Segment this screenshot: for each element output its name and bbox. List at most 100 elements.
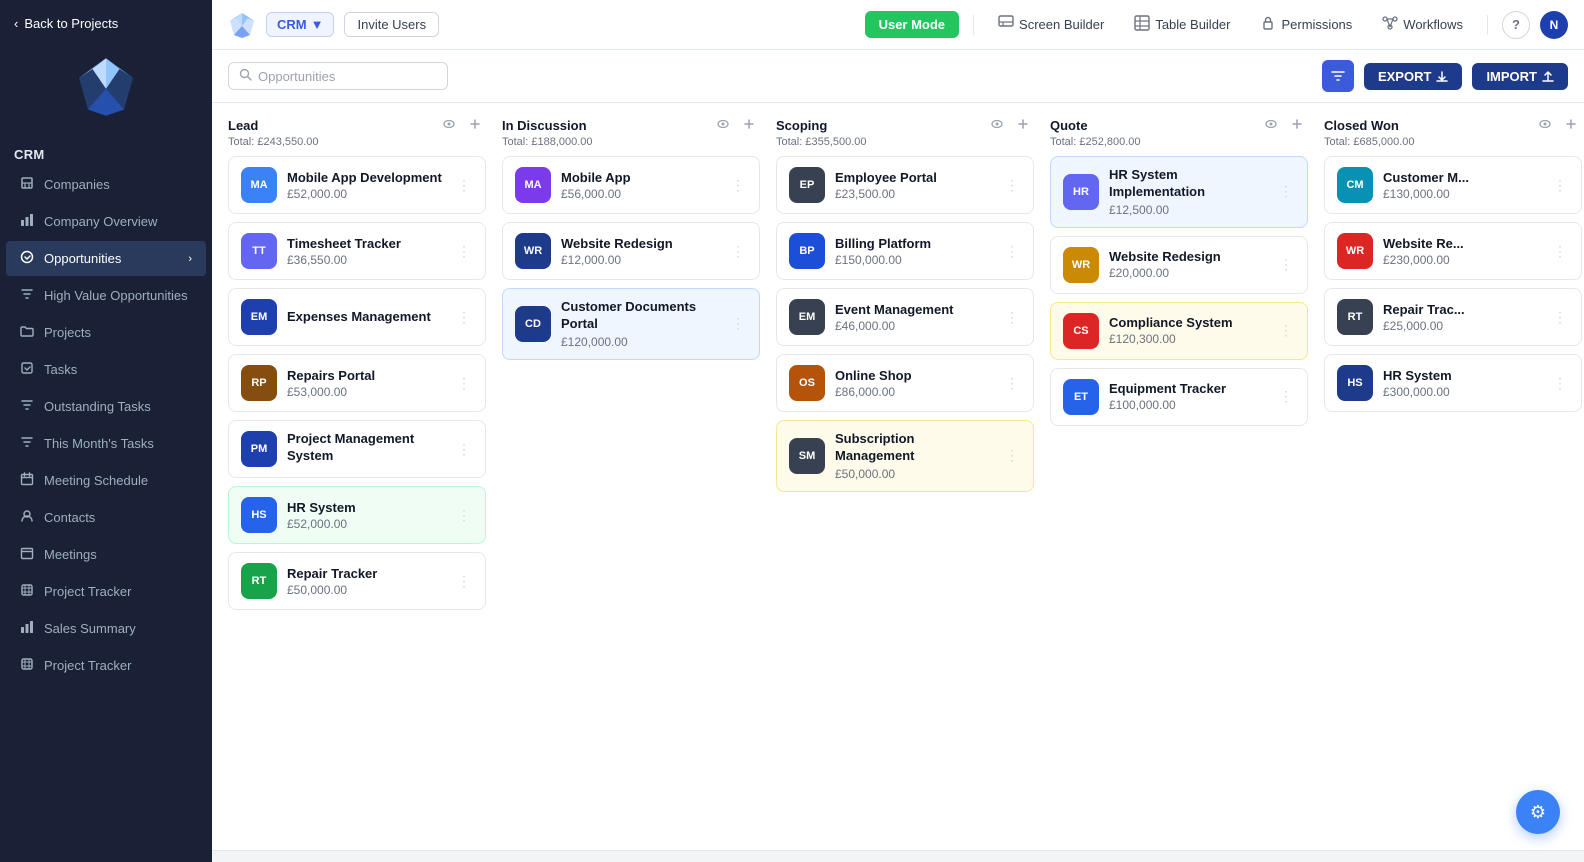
kanban-card[interactable]: WRWebsite Redesign£20,000.00⋮ [1050,236,1308,294]
user-avatar[interactable]: N [1540,11,1568,39]
kanban-card[interactable]: CMCustomer M...£130,000.00⋮ [1324,156,1582,214]
sidebar-item-companies[interactable]: Companies [6,167,206,202]
card-menu-button[interactable]: ⋮ [729,241,747,262]
sidebar-item-company-overview[interactable]: Company Overview [6,204,206,239]
column-add-lead[interactable] [464,115,486,136]
kanban-card[interactable]: MAMobile App£56,000.00⋮ [502,156,760,214]
sidebar-item-meetings[interactable]: Meetings [6,537,206,572]
kanban-card[interactable]: WRWebsite Redesign£12,000.00⋮ [502,222,760,280]
sidebar-item-project-tracker2[interactable]: Project Tracker [6,648,206,683]
card-name: Online Shop [835,368,993,383]
card-info: Compliance System£120,300.00 [1109,315,1267,346]
card-menu-button[interactable]: ⋮ [455,307,473,328]
table-builder-button[interactable]: Table Builder [1124,10,1240,39]
kanban-card[interactable]: BPBilling Platform£150,000.00⋮ [776,222,1034,280]
export-button[interactable]: EXPORT [1364,63,1462,90]
kanban-card[interactable]: WRWebsite Re...£230,000.00⋮ [1324,222,1582,280]
card-menu-button[interactable]: ⋮ [1551,241,1569,262]
kanban-card[interactable]: CSCompliance System£120,300.00⋮ [1050,302,1308,360]
kanban-card[interactable]: EPEmployee Portal£23,500.00⋮ [776,156,1034,214]
sidebar-item-opportunities[interactable]: Opportunities › [6,241,206,276]
sidebar-item-high-value[interactable]: High Value Opportunities [6,278,206,313]
outstanding-filter-icon [20,398,34,415]
help-button[interactable]: ? [1502,11,1530,39]
column-add-in-discussion[interactable] [738,115,760,136]
card-avatar: MA [241,167,277,203]
card-menu-button[interactable]: ⋮ [1277,181,1295,202]
card-menu-button[interactable]: ⋮ [1277,320,1295,341]
kanban-card[interactable]: SMSubscription Management£50,000.00⋮ [776,420,1034,492]
sidebar-item-sales-summary[interactable]: Sales Summary [6,611,206,646]
card-menu-button[interactable]: ⋮ [455,373,473,394]
card-avatar: CD [515,306,551,342]
card-menu-button[interactable]: ⋮ [1003,373,1021,394]
kanban-card[interactable]: ETEquipment Tracker£100,000.00⋮ [1050,368,1308,426]
card-menu-button[interactable]: ⋮ [1003,307,1021,328]
crm-dropdown[interactable]: CRM ▼ [266,12,334,37]
column-header-lead: LeadTotal: £243,550.00 [228,115,486,148]
import-button[interactable]: IMPORT [1472,63,1568,90]
sidebar-item-this-month-tasks[interactable]: This Month's Tasks [6,426,206,461]
kanban-card[interactable]: TTTimesheet Tracker£36,550.00⋮ [228,222,486,280]
search-input[interactable]: Opportunities [228,62,448,90]
card-menu-button[interactable]: ⋮ [455,175,473,196]
card-menu-button[interactable]: ⋮ [1551,175,1569,196]
card-menu-button[interactable]: ⋮ [455,571,473,592]
kanban-card[interactable]: RPRepairs Portal£53,000.00⋮ [228,354,486,412]
settings-fab[interactable]: ⚙ [1516,790,1560,834]
card-value: £130,000.00 [1383,187,1541,201]
card-menu-button[interactable]: ⋮ [1551,307,1569,328]
card-menu-button[interactable]: ⋮ [455,505,473,526]
card-value: £52,000.00 [287,187,445,201]
card-menu-button[interactable]: ⋮ [729,175,747,196]
horizontal-scrollbar[interactable] [212,850,1584,862]
back-to-projects[interactable]: ‹ Back to Projects [0,0,212,41]
card-menu-button[interactable]: ⋮ [455,439,473,460]
kanban-card[interactable]: CDCustomer Documents Portal£120,000.00⋮ [502,288,760,360]
column-add-scoping[interactable] [1012,115,1034,136]
column-eye-closed-won[interactable] [1534,115,1556,136]
kanban-card[interactable]: MAMobile App Development£52,000.00⋮ [228,156,486,214]
card-info: Website Redesign£12,000.00 [561,236,719,267]
column-eye-scoping[interactable] [986,115,1008,136]
kanban-card[interactable]: PMProject Management System⋮ [228,420,486,478]
card-name: Customer M... [1383,170,1541,185]
kanban-card[interactable]: EMEvent Management£46,000.00⋮ [776,288,1034,346]
kanban-card[interactable]: OSOnline Shop£86,000.00⋮ [776,354,1034,412]
kanban-card[interactable]: RTRepair Tracker£50,000.00⋮ [228,552,486,610]
column-eye-in-discussion[interactable] [712,115,734,136]
card-avatar: ET [1063,379,1099,415]
card-menu-button[interactable]: ⋮ [1003,175,1021,196]
sidebar-item-contacts[interactable]: Contacts [6,500,206,535]
card-menu-button[interactable]: ⋮ [455,241,473,262]
card-menu-button[interactable]: ⋮ [1277,386,1295,407]
card-menu-button[interactable]: ⋮ [1003,445,1021,466]
kanban-card[interactable]: RTRepair Trac...£25,000.00⋮ [1324,288,1582,346]
kanban-card[interactable]: HRHR System Implementation£12,500.00⋮ [1050,156,1308,228]
kanban-card[interactable]: HSHR System£300,000.00⋮ [1324,354,1582,412]
kanban-card[interactable]: HSHR System£52,000.00⋮ [228,486,486,544]
kanban-card[interactable]: EMExpenses Management⋮ [228,288,486,346]
card-value: £150,000.00 [835,253,993,267]
column-add-closed-won[interactable] [1560,115,1582,136]
sidebar-item-tasks[interactable]: Tasks [6,352,206,387]
column-eye-lead[interactable] [438,115,460,136]
sidebar-item-outstanding-tasks[interactable]: Outstanding Tasks [6,389,206,424]
permissions-button[interactable]: Permissions [1250,10,1362,39]
workflows-button[interactable]: Workflows [1372,10,1473,39]
card-menu-button[interactable]: ⋮ [729,313,747,334]
card-menu-button[interactable]: ⋮ [1277,254,1295,275]
column-eye-quote[interactable] [1260,115,1282,136]
card-value: £53,000.00 [287,385,445,399]
card-menu-button[interactable]: ⋮ [1551,373,1569,394]
sidebar-item-projects[interactable]: Projects [6,315,206,350]
kanban-column-lead: LeadTotal: £243,550.00MAMobile App Devel… [228,115,486,610]
filter-button[interactable] [1322,60,1354,92]
column-add-quote[interactable] [1286,115,1308,136]
card-menu-button[interactable]: ⋮ [1003,241,1021,262]
invite-users-button[interactable]: Invite Users [344,12,439,37]
user-mode-button[interactable]: User Mode [865,11,959,38]
screen-builder-button[interactable]: Screen Builder [988,10,1114,39]
sidebar-item-project-tracker[interactable]: Project Tracker [6,574,206,609]
sidebar-item-meeting-schedule[interactable]: Meeting Schedule [6,463,206,498]
